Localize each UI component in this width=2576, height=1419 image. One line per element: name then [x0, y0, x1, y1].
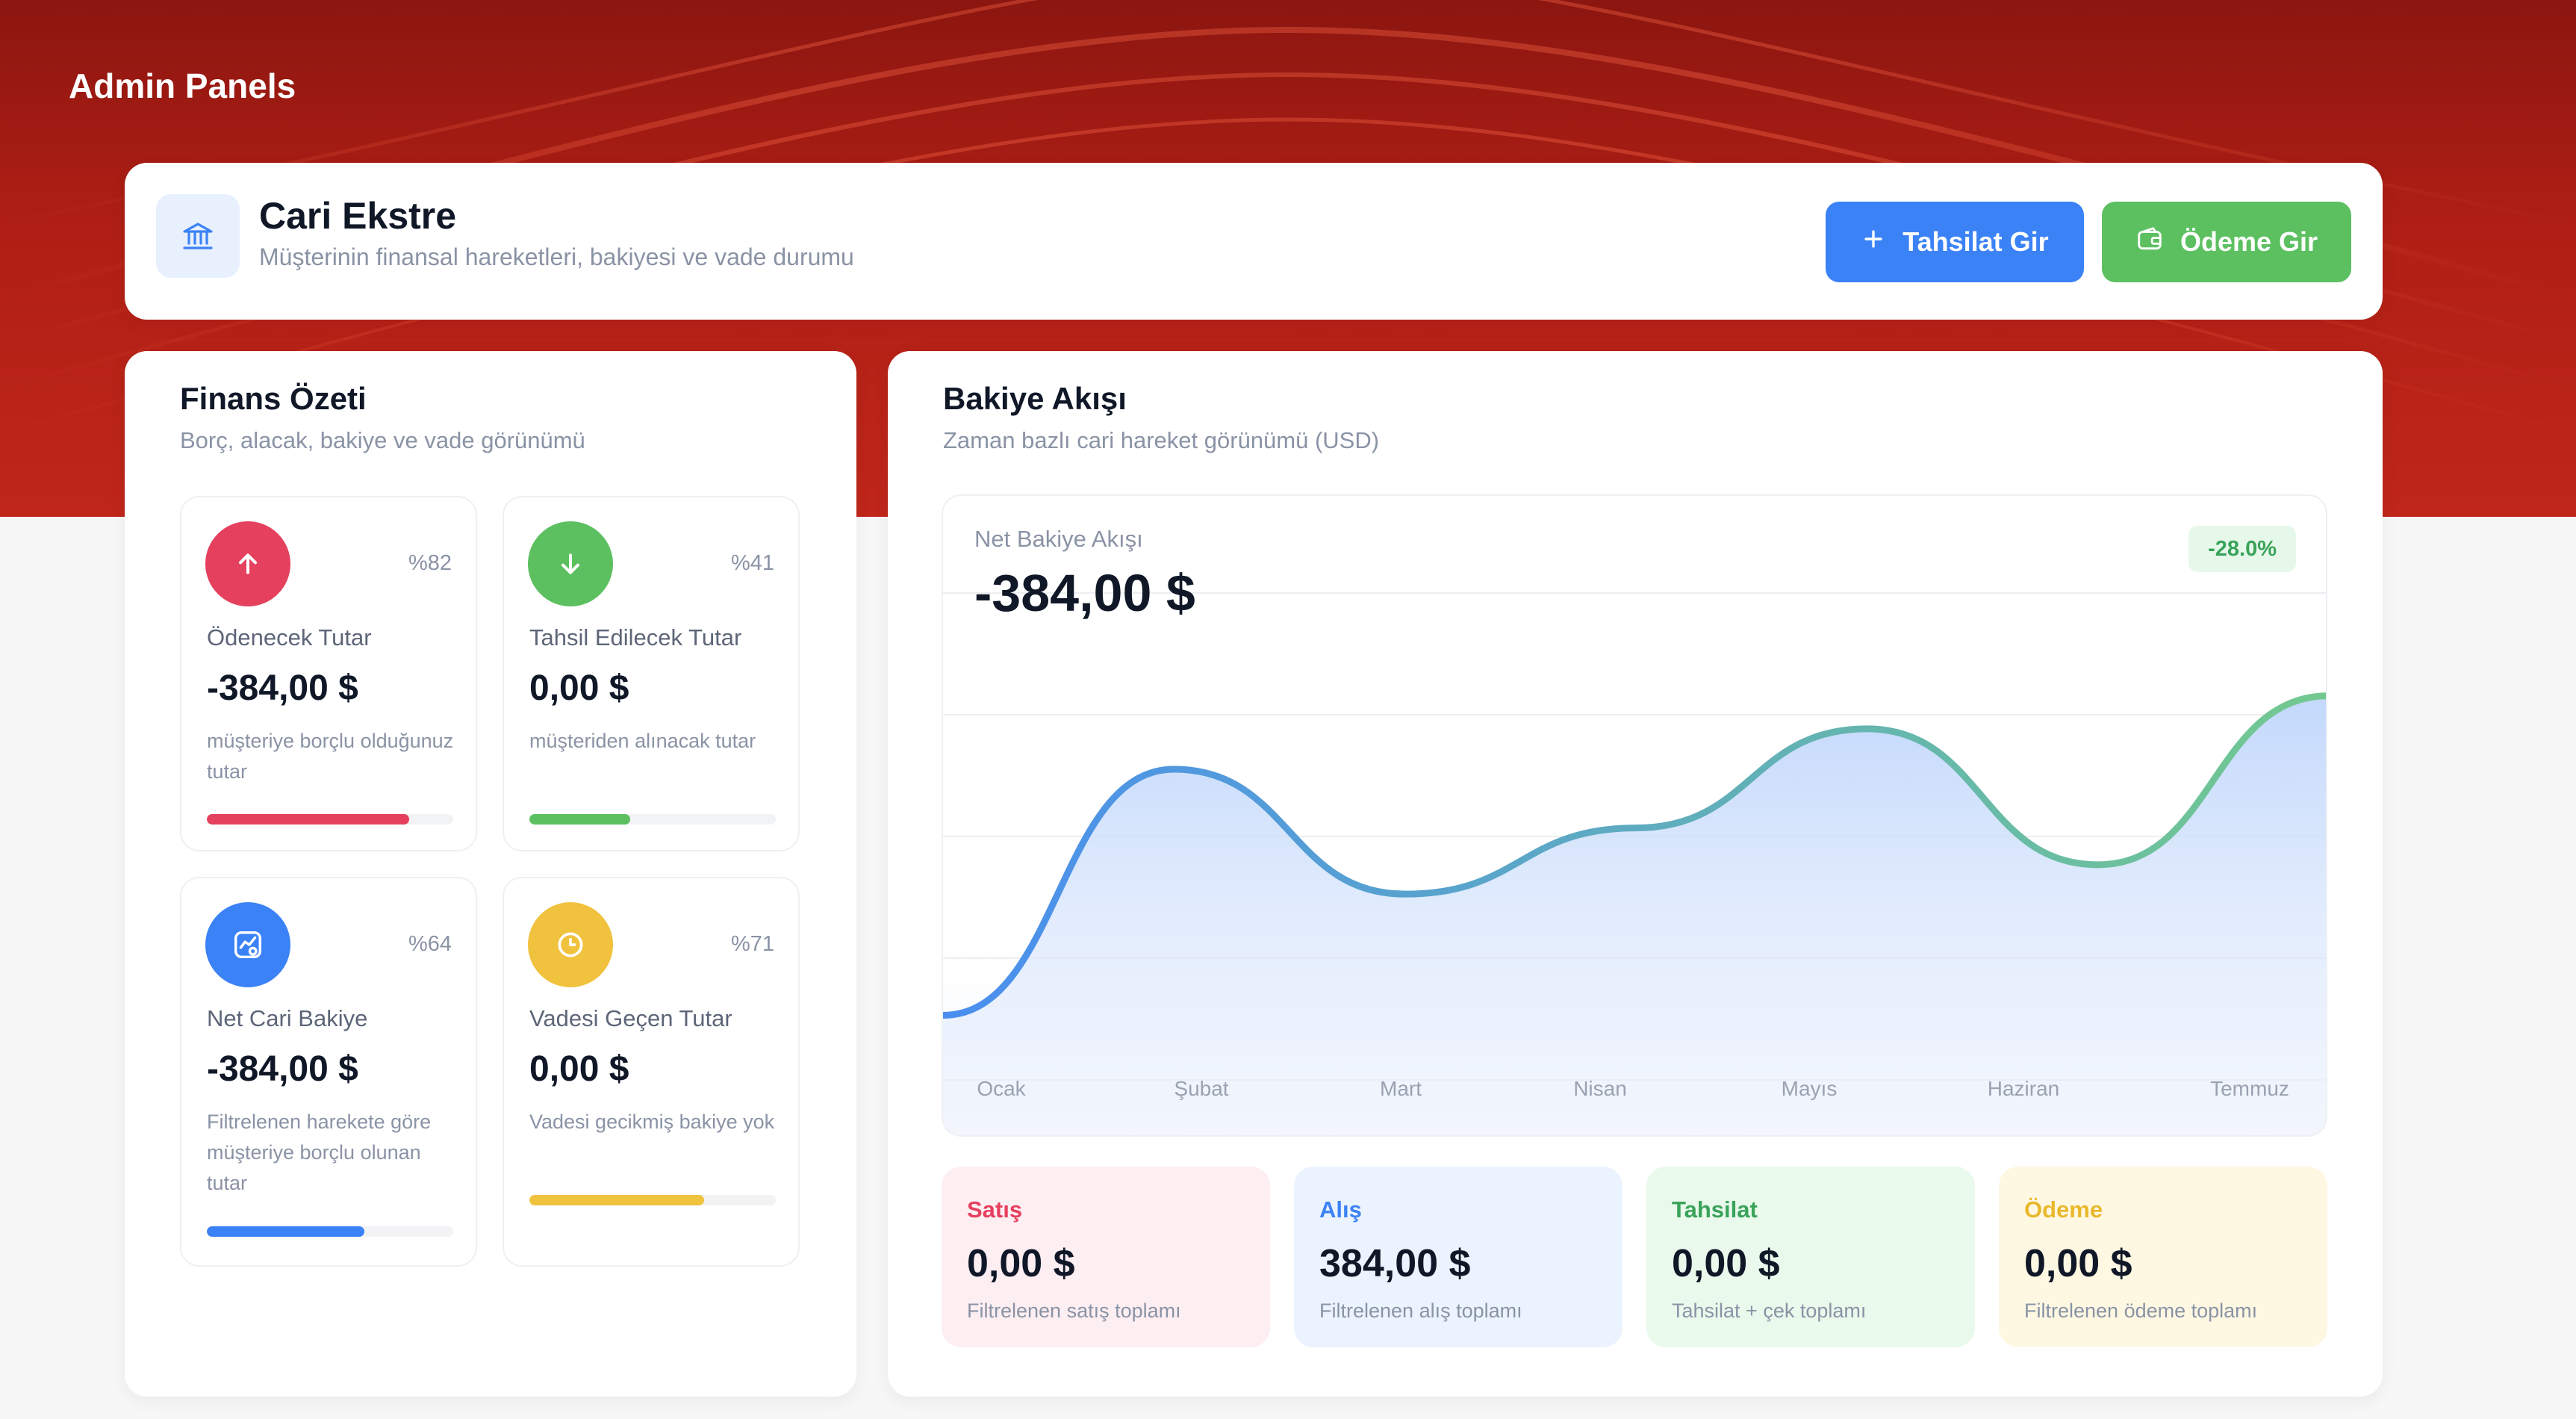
stat-value: -384,00 $ [207, 668, 358, 708]
summary-title: Tahsilat [1672, 1196, 1758, 1223]
finance-title: Finans Özeti [180, 381, 367, 416]
brand-title: Admin Panels [69, 66, 296, 105]
collect-button[interactable]: Tahsilat Gir [1826, 202, 2084, 282]
chart-x-tick-label: Temmuz [2210, 1077, 2289, 1100]
balance-chart: Ocak Şubat Mart Nisan Mayıs Haziran Temmuz Net… [942, 494, 2327, 1137]
arrow-down-icon [528, 521, 613, 606]
change-badge: -28.0% [2188, 526, 2296, 572]
summary-title: Alış [1319, 1196, 1362, 1223]
stat-description: müşteriye borçlu olduğunuz tutar [207, 730, 454, 783]
chart-x-tick-label: Mayıs [1782, 1077, 1838, 1100]
stat-progress-fill [529, 1195, 705, 1205]
stat-label: Vadesi Geçen Tutar [529, 1005, 732, 1031]
finance-summary-card: Finans Özeti Borç, alacak, bakiye ve vad… [125, 351, 856, 1397]
stat-progress-fill [207, 814, 409, 825]
chart-area [943, 695, 2326, 1135]
chart-value: -384,00 $ [974, 564, 1195, 622]
stat-value: 0,00 $ [529, 668, 629, 708]
summary-title: Ödeme [2024, 1196, 2103, 1223]
page-title: Cari Ekstre [259, 195, 457, 237]
stat-card-payable[interactable]: %82 Ödenecek Tutar -384,00 $ müşteriye b… [180, 496, 477, 851]
summary-description: Tahsilat + çek toplamı [1672, 1300, 1867, 1322]
balance-flow-card: Bakiye Akışı Zaman bazlı cari hareket gö… [888, 351, 2383, 1397]
stat-progress-fill [207, 1226, 365, 1237]
summary-sales[interactable]: Satış 0,00 $ Filtrelenen satış toplamı [942, 1167, 1270, 1347]
arrow-up-icon [205, 521, 290, 606]
stat-progress-track [207, 814, 453, 825]
clock-icon [528, 902, 613, 987]
summary-title: Satış [967, 1196, 1023, 1223]
summary-payment[interactable]: Ödeme 0,00 $ Filtrelenen ödeme toplamı [1999, 1167, 2327, 1347]
summary-value: 0,00 $ [1672, 1242, 1780, 1285]
stat-label: Ödenecek Tutar [207, 624, 372, 650]
chart-x-tick-label: Haziran [1988, 1077, 2059, 1100]
summary-value: 384,00 $ [1319, 1242, 1471, 1285]
stat-progress-track [207, 1226, 453, 1237]
collect-button-label: Tahsilat Gir [1903, 226, 2049, 257]
stat-percent: %64 [408, 932, 452, 956]
summary-value: 0,00 $ [967, 1242, 1075, 1285]
chart-badge-icon [205, 902, 290, 987]
bank-icon [156, 194, 240, 278]
summary-value: 0,00 $ [2024, 1242, 2132, 1285]
stat-card-receivable[interactable]: %41 Tahsil Edilecek Tutar 0,00 $ müşteri… [503, 496, 800, 851]
stat-progress-track [529, 1195, 776, 1205]
chart-x-tick-label: Ocak [977, 1077, 1026, 1100]
stat-progress-track [529, 814, 776, 825]
stat-description: müşteriden alınacak tutar [529, 730, 756, 752]
summary-description: Filtrelenen ödeme toplamı [2024, 1300, 2258, 1322]
flow-subtitle: Zaman bazlı cari hareket görünümü (USD) [943, 427, 1380, 453]
stat-progress-fill [529, 814, 631, 825]
summary-purchase[interactable]: Alış 384,00 $ Filtrelenen alış toplamı [1294, 1167, 1623, 1347]
pay-button[interactable]: Ödeme Gir [2102, 202, 2351, 282]
stat-card-overdue[interactable]: %71 Vadesi Geçen Tutar 0,00 $ Vadesi gec… [503, 877, 800, 1267]
stat-label: Tahsil Edilecek Tutar [529, 624, 742, 650]
wallet-icon [2135, 225, 2164, 260]
finance-subtitle: Borç, alacak, bakiye ve vade görünümü [180, 427, 585, 453]
stat-description: Vadesi gecikmiş bakiye yok [529, 1111, 775, 1133]
summary-collection[interactable]: Tahsilat 0,00 $ Tahsilat + çek toplamı [1646, 1167, 1975, 1347]
pay-button-label: Ödeme Gir [2180, 226, 2318, 257]
summary-description: Filtrelenen alış toplamı [1319, 1300, 1522, 1322]
chart-x-tick-label: Şubat [1174, 1077, 1228, 1100]
chart-label: Net Bakiye Akışı [974, 526, 1143, 552]
summary-description: Filtrelenen satış toplamı [967, 1300, 1181, 1322]
stat-value: -384,00 $ [207, 1049, 358, 1089]
plus-icon [1861, 226, 1886, 258]
stat-value: 0,00 $ [529, 1049, 629, 1089]
stat-percent: %41 [730, 551, 774, 575]
page-header-card: Cari Ekstre Müşterinin finansal hareketl… [125, 163, 2383, 320]
stat-percent: %71 [730, 932, 774, 956]
stat-percent: %82 [408, 551, 452, 575]
stat-card-net-balance[interactable]: %64 Net Cari Bakiye -384,00 $ Filtrelene… [180, 877, 477, 1267]
chart-x-tick-label: Mart [1380, 1077, 1422, 1100]
page-subtitle: Müşterinin finansal hareketleri, bakiyes… [259, 243, 854, 270]
chart-x-tick-label: Nisan [1573, 1077, 1627, 1100]
stat-label: Net Cari Bakiye [207, 1005, 368, 1031]
stat-description: Filtrelenen harekete göre müşteriye borç… [207, 1111, 432, 1194]
flow-title: Bakiye Akışı [943, 381, 1127, 416]
